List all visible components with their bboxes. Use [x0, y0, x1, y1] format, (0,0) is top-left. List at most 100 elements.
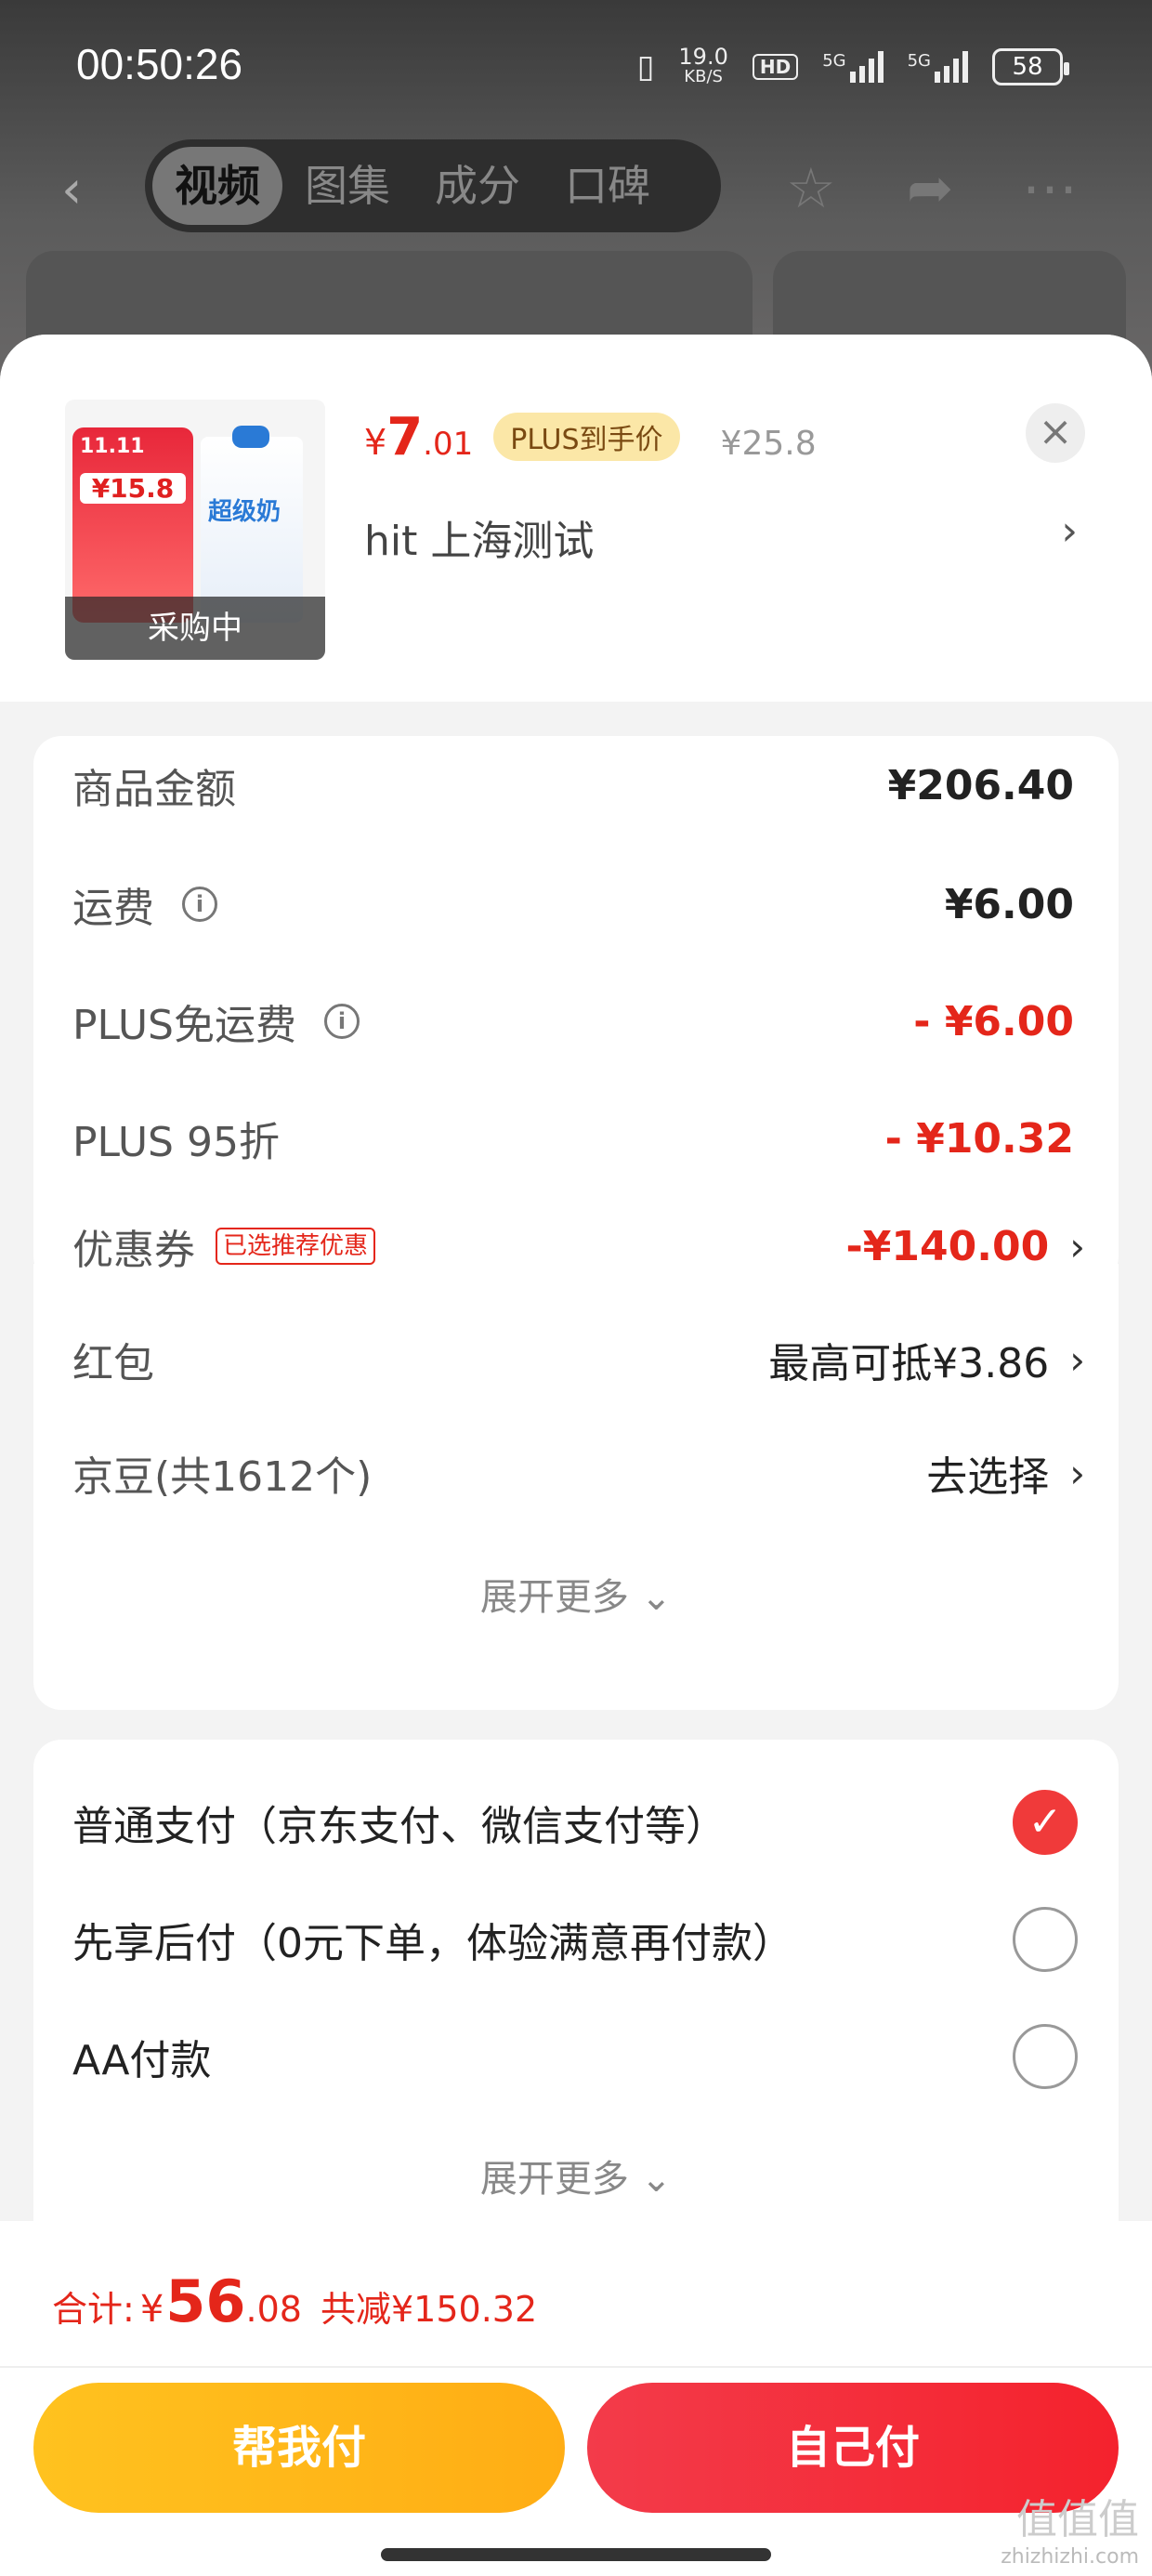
- chevron-down-icon: ⌄: [640, 2158, 673, 2201]
- watermark: 值值值 zhizhizhi.com: [1001, 2486, 1139, 2569]
- carton-cap: [232, 426, 269, 448]
- cost-label: 运费 i: [72, 874, 217, 934]
- radio-unselected[interactable]: [1013, 1907, 1078, 1972]
- price-integer: 7: [386, 407, 424, 467]
- total-currency: ¥: [139, 2288, 164, 2331]
- total-integer: 56: [165, 2267, 246, 2335]
- cost-label: 京豆(共1612个): [72, 1453, 373, 1501]
- cost-row-jd-beans[interactable]: 京豆(共1612个) 去选择 ›: [72, 1440, 1085, 1505]
- payment-option-pay-later[interactable]: 先享后付（0元下单，体验满意再付款）: [72, 1907, 1074, 1972]
- plus-price-badge: PLUS到手价: [493, 413, 680, 461]
- clock: 00:50:26: [76, 40, 243, 88]
- cost-label: PLUS 95折: [72, 1119, 280, 1166]
- hd-icon: HD: [752, 54, 799, 80]
- expand-more-payment[interactable]: 展开更多 ⌄: [33, 2149, 1119, 2202]
- payment-option-label: AA付款: [72, 2037, 212, 2084]
- net-speed: 19.0 KB/S: [678, 46, 727, 87]
- expand-more-costs[interactable]: 展开更多 ⌄: [33, 1567, 1119, 1621]
- cost-value-text: -¥140.00: [845, 1222, 1050, 1270]
- payment-option-normal[interactable]: 普通支付（京东支付、微信支付等）: [72, 1790, 1074, 1855]
- chevron-right-icon: ›: [1069, 1223, 1085, 1269]
- price-currency: ¥: [364, 422, 387, 463]
- cost-value: ¥6.00: [944, 880, 1074, 928]
- status-bar: 00:50:26 ▯ 19.0 KB/S HD 5G 5G 58: [0, 0, 1152, 139]
- tab-video[interactable]: 视频: [152, 147, 282, 225]
- cost-row-shipping: 运费 i ¥6.00: [72, 872, 1074, 937]
- payment-option-label: 先享后付（0元下单，体验满意再付款）: [72, 1920, 793, 1967]
- battery-icon: 58: [992, 48, 1069, 85]
- cost-label-text: 优惠券: [72, 1227, 195, 1274]
- product-name[interactable]: hit 上海测试: [364, 507, 594, 567]
- total-saved: 共减¥150.32: [320, 2289, 538, 2330]
- back-icon[interactable]: ‹: [61, 160, 82, 220]
- carton-brand: 超级奶: [208, 498, 281, 526]
- chevron-down-icon: ⌄: [640, 1576, 673, 1619]
- status-icons: ▯ 19.0 KB/S HD 5G 5G 58: [637, 46, 1069, 87]
- net-speed-value: 19.0: [678, 44, 728, 70]
- cost-row-plus-free-shipping: PLUS免运费 i - ¥6.00: [72, 989, 1074, 1054]
- cost-breakdown-card-lower: 优惠券 已选推荐优惠 -¥140.00 › 红包 最高可抵¥3.86 › 京豆(共16…: [33, 1223, 1119, 1710]
- chevron-right-icon: ›: [1069, 1450, 1085, 1496]
- payment-option-aa[interactable]: AA付款: [72, 2024, 1074, 2089]
- cost-label: 商品金额: [72, 766, 236, 813]
- radio-selected[interactable]: [1013, 1790, 1078, 1855]
- purchasing-overlay: 采购中: [65, 597, 325, 660]
- cost-value-text: 去选择: [926, 1453, 1050, 1501]
- cost-value: 最高可抵¥3.86 ›: [768, 1330, 1085, 1389]
- cost-label: PLUS免运费 i: [72, 992, 360, 1051]
- signal-label-2: 5G: [907, 51, 931, 71]
- more-icon[interactable]: ⋯: [1022, 156, 1078, 221]
- order-total: 合计: ¥ 56 .08 共减¥150.32: [52, 2267, 537, 2335]
- price-decimal: .01: [423, 426, 474, 463]
- divider: [0, 2366, 1152, 2368]
- cost-value: - ¥10.32: [884, 1114, 1074, 1163]
- signal-icon-2: 5G: [908, 51, 968, 83]
- chevron-right-icon: ›: [1069, 1336, 1085, 1383]
- cost-row-plus-discount: PLUS 95折 - ¥10.32: [72, 1106, 1074, 1171]
- promo-price: ¥15.8: [80, 473, 186, 504]
- checkout-footer: 合计: ¥ 56 .08 共减¥150.32 帮我付 自己付 值值值 zhizh…: [0, 2221, 1152, 2576]
- payment-option-label: 普通支付（京东支付、微信支付等）: [72, 1803, 727, 1850]
- cost-label-text: 运费: [72, 885, 154, 932]
- cost-breakdown-card: 商品金额 ¥206.40 运费 i ¥6.00 PLUS免运费 i - ¥6.00 …: [33, 736, 1119, 1284]
- tab-reviews[interactable]: 口碑: [543, 147, 673, 225]
- total-decimal: .08: [245, 2289, 302, 2330]
- star-icon[interactable]: ☆: [786, 156, 836, 221]
- coupon-tag: 已选推荐优惠: [216, 1228, 376, 1265]
- share-icon[interactable]: ➦: [907, 156, 953, 221]
- milk-carton: 超级奶: [201, 426, 303, 623]
- signal-label-1: 5G: [822, 51, 846, 71]
- cost-label: 红包: [72, 1340, 154, 1387]
- top-nav: ‹ 视频 图集 成分 口碑 ☆ ➦ ⋯: [0, 139, 1152, 232]
- cost-label: 优惠券 已选推荐优惠: [72, 1216, 376, 1276]
- home-indicator[interactable]: [381, 2548, 771, 2561]
- promo-title: 11.11: [80, 435, 145, 458]
- signal-icon-1: 5G: [822, 51, 884, 83]
- cost-value-text: 最高可抵¥3.86: [768, 1340, 1050, 1387]
- cost-row-subtotal: 商品金额 ¥206.40: [72, 753, 1074, 818]
- net-speed-unit: KB/S: [684, 67, 723, 86]
- tab-ingredients[interactable]: 成分: [412, 147, 543, 225]
- cost-value: -¥140.00 ›: [846, 1223, 1085, 1270]
- radio-unselected[interactable]: [1013, 2024, 1078, 2089]
- cost-value: 去选择 ›: [926, 1443, 1085, 1503]
- expand-more-label: 展开更多: [479, 1576, 629, 1619]
- promo-badge: 11.11 ¥15.8: [72, 427, 193, 623]
- chevron-right-icon[interactable]: ›: [1061, 507, 1078, 555]
- friend-pay-button[interactable]: 帮我付: [33, 2383, 565, 2513]
- cost-row-coupon[interactable]: 优惠券 已选推荐优惠 -¥140.00 ›: [72, 1214, 1085, 1279]
- total-label: 合计:: [52, 2289, 135, 2330]
- watermark-logo: 值值值: [1016, 2496, 1139, 2543]
- cost-value: ¥206.40: [887, 761, 1074, 809]
- cost-label-text: PLUS免运费: [72, 1002, 296, 1049]
- close-button[interactable]: ×: [1026, 403, 1085, 463]
- cost-row-red-packet[interactable]: 红包 最高可抵¥3.86 ›: [72, 1327, 1085, 1392]
- info-icon[interactable]: i: [324, 1004, 360, 1039]
- tab-gallery[interactable]: 图集: [282, 147, 412, 225]
- expand-more-label: 展开更多: [479, 2158, 629, 2201]
- cost-value: - ¥6.00: [913, 997, 1074, 1045]
- price-row: ¥ 7 .01 PLUS到手价 ¥25.8: [364, 407, 817, 467]
- product-image: 11.11 ¥15.8 超级奶 采购中: [65, 400, 325, 660]
- info-icon[interactable]: i: [182, 887, 217, 922]
- watermark-url: zhizhizhi.com: [1001, 2545, 1139, 2569]
